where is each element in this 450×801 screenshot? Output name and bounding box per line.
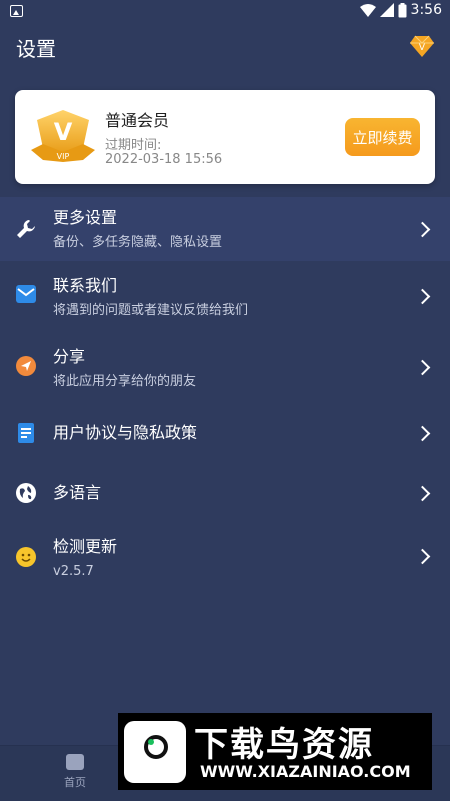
renew-button[interactable]: 立即续费 xyxy=(345,118,420,156)
menu-text: 分享 将此应用分享给你的朋友 xyxy=(53,347,196,391)
wrench-icon xyxy=(16,219,36,239)
chevron-right-icon xyxy=(414,425,431,442)
watermark-text: 下载鸟资源 xyxy=(194,725,374,765)
home-icon xyxy=(66,754,84,770)
menu-title: 用户协议与隐私政策 xyxy=(53,423,198,442)
menu-title: 更多设置 xyxy=(53,208,118,227)
menu-text: 多语言 xyxy=(53,483,101,503)
status-right: 3:56 xyxy=(359,2,442,18)
menu-text: 检测更新 v2.5.7 xyxy=(53,537,117,581)
svg-text:V: V xyxy=(54,118,73,146)
chevron-right-icon xyxy=(414,359,431,376)
document-icon xyxy=(16,423,36,443)
expire-date: 2022-03-18 15:56 xyxy=(105,152,223,167)
menu-item-share[interactable]: 分享 将此应用分享给你的朋友 xyxy=(0,332,450,402)
vip-badge-icon: V VIP xyxy=(31,110,95,162)
mail-icon xyxy=(16,284,36,304)
menu-item-check-update[interactable]: 检测更新 v2.5.7 xyxy=(0,521,450,591)
page-title: 设置 xyxy=(16,37,56,61)
menu-title: 联系我们 xyxy=(53,276,118,295)
menu-item-contact-us[interactable]: 联系我们 将遇到的问题或者建议反馈给我们 xyxy=(0,261,450,332)
menu-subtitle: 将此应用分享给你的朋友 xyxy=(53,374,197,389)
svg-text:V: V xyxy=(419,43,426,53)
menu-title: 检测更新 xyxy=(53,537,118,556)
watermark-banner: 下载鸟资源 WWW.XIAZAINIAO.COM xyxy=(118,713,432,790)
header: 设置 V xyxy=(16,34,434,66)
watermark-url: WWW.XIAZAINIAO.COM xyxy=(200,762,411,781)
menu-item-language[interactable]: 多语言 xyxy=(0,464,450,521)
version-label: v2.5.7 xyxy=(53,564,94,579)
chevron-right-icon xyxy=(414,485,431,502)
wifi-icon xyxy=(359,3,376,17)
menu-title: 分享 xyxy=(53,347,86,366)
nav-label: 首页 xyxy=(64,776,86,789)
vip-card: V VIP 普通会员 过期时间: 2022-03-18 15:56 立即续费 xyxy=(15,90,435,184)
image-notification-icon xyxy=(10,5,23,17)
menu-text: 联系我们 将遇到的问题或者建议反馈给我们 xyxy=(53,276,248,320)
chevron-right-icon xyxy=(414,221,431,238)
menu-title: 多语言 xyxy=(53,483,102,502)
menu-text: 用户协议与隐私政策 xyxy=(53,423,197,443)
chevron-right-icon xyxy=(414,548,431,565)
menu-item-user-agreement[interactable]: 用户协议与隐私政策 xyxy=(0,402,450,464)
menu-subtitle: 将遇到的问题或者建议反馈给我们 xyxy=(53,303,249,318)
menu-item-more-settings[interactable]: 更多设置 备份、多任务隐藏、隐私设置 xyxy=(0,197,450,261)
smiley-icon xyxy=(16,547,36,567)
signal-icon xyxy=(379,3,394,17)
membership-title: 普通会员 xyxy=(105,111,170,130)
globe-icon xyxy=(16,483,36,503)
expire-label: 过期时间: xyxy=(105,138,162,153)
watermark-logo-icon xyxy=(124,721,186,783)
nav-item-home[interactable]: 首页 xyxy=(45,754,105,790)
status-bar: 3:56 xyxy=(0,0,450,24)
menu-text: 更多设置 备份、多任务隐藏、隐私设置 xyxy=(53,208,222,252)
svg-text:VIP: VIP xyxy=(57,152,70,161)
battery-icon xyxy=(398,2,407,17)
chevron-right-icon xyxy=(414,288,431,305)
vip-diamond-icon[interactable]: V xyxy=(410,34,434,58)
menu-subtitle: 备份、多任务隐藏、隐私设置 xyxy=(53,235,223,250)
status-time: 3:56 xyxy=(410,2,442,18)
share-icon xyxy=(16,356,36,376)
settings-menu: 更多设置 备份、多任务隐藏、隐私设置 联系我们 将遇到的问题或者建议反馈给我们 … xyxy=(0,197,450,591)
